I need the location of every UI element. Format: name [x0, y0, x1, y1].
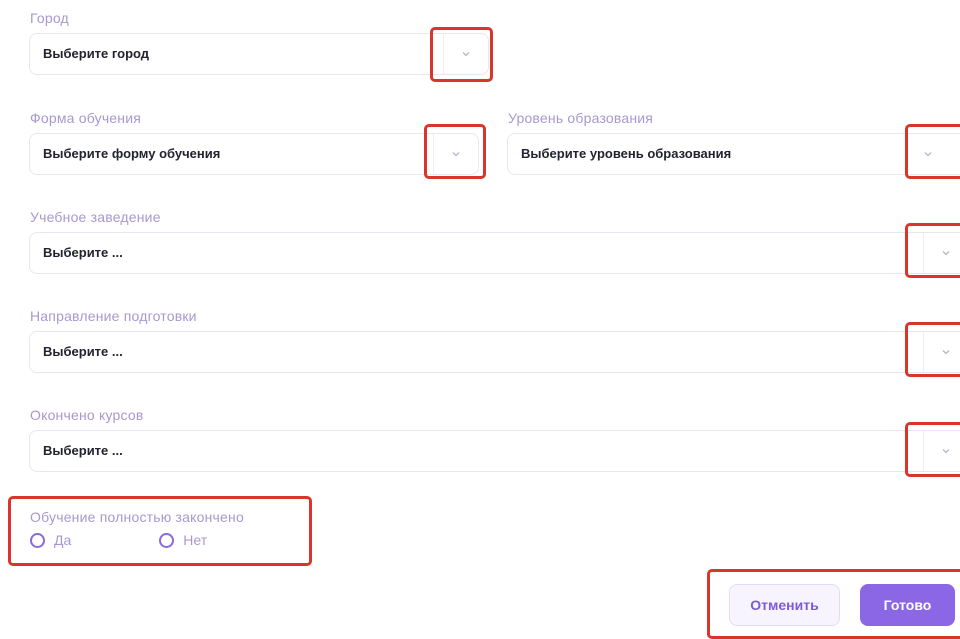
- education-level-label: Уровень образования: [508, 110, 654, 126]
- done-button[interactable]: Готово: [860, 584, 955, 626]
- completed-label: Обучение полностью закончено: [30, 509, 244, 525]
- study-form-select-value: Выберите форму обучения: [43, 146, 221, 161]
- specialty-select-value: Выберите ...: [43, 344, 123, 359]
- chevron-down-icon[interactable]: [905, 134, 950, 174]
- radio-yes-label: Да: [54, 532, 72, 548]
- radio-empty-icon[interactable]: [159, 532, 175, 548]
- city-select-value: Выберите город: [43, 46, 150, 61]
- radio-no-label: Нет: [183, 532, 208, 548]
- courses-completed-label: Окончено курсов: [30, 407, 144, 423]
- chevron-down-icon[interactable]: [923, 431, 960, 471]
- completed-radio-group: Да Нет: [30, 532, 243, 548]
- institution-select-value: Выберите ...: [43, 245, 123, 260]
- highlight-box: [8, 496, 312, 566]
- study-form-label: Форма обучения: [30, 110, 142, 126]
- city-select[interactable]: Выберите город: [29, 33, 489, 75]
- education-level-select-value: Выберите уровень образования: [521, 146, 732, 161]
- chevron-down-icon[interactable]: [923, 233, 960, 273]
- specialty-select[interactable]: Выберите ...: [29, 331, 960, 373]
- city-label: Город: [30, 10, 69, 26]
- education-level-select[interactable]: Выберите уровень образования: [507, 133, 960, 175]
- institution-label: Учебное заведение: [30, 209, 161, 225]
- cancel-button[interactable]: Отменить: [729, 584, 840, 626]
- specialty-label: Направление подготовки: [30, 308, 197, 324]
- radio-yes[interactable]: Да: [30, 532, 71, 548]
- radio-empty-icon[interactable]: [30, 532, 45, 548]
- chevron-down-icon[interactable]: [923, 332, 960, 372]
- study-form-select[interactable]: Выберите форму обучения: [29, 133, 479, 175]
- chevron-down-icon[interactable]: [443, 34, 488, 74]
- radio-no[interactable]: Нет: [159, 532, 207, 548]
- institution-select[interactable]: Выберите ...: [29, 232, 960, 274]
- courses-completed-select[interactable]: Выберите ...: [29, 430, 960, 472]
- chevron-down-icon[interactable]: [433, 134, 478, 174]
- courses-completed-select-value: Выберите ...: [43, 443, 123, 458]
